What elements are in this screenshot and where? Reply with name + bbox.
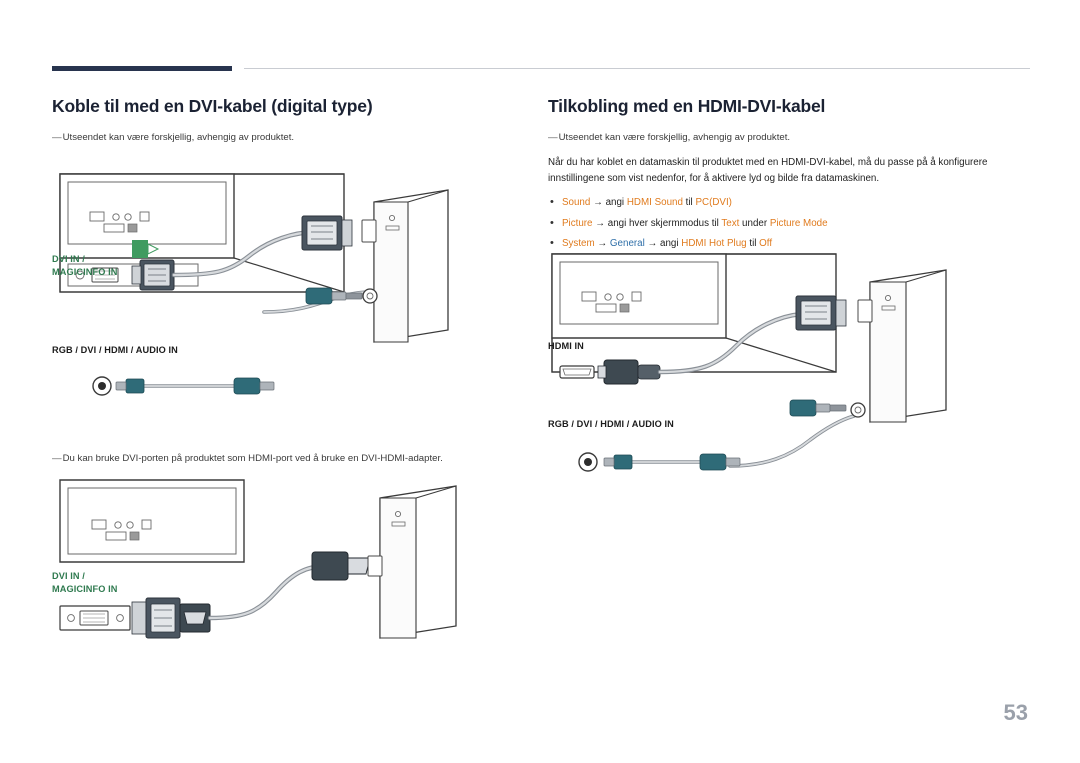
right-column: Tilkobling med en HDMI-DVI-kabel — Utseen… — [548, 96, 1030, 257]
right-section-title: Tilkobling med en HDMI-DVI-kabel — [548, 96, 826, 116]
document-page: Koble til med en DVI-kabel (digital type… — [0, 0, 1080, 763]
left-label-magicinfo-in-2: MAGICINFO IN — [52, 584, 118, 594]
right-note-1-text: Utseendet kan være forskjellig, avhengig… — [558, 132, 791, 143]
left-label-dvi-in-2: DVI IN / — [52, 571, 85, 581]
left-label-dvi-in-1: DVI IN / — [52, 254, 85, 264]
header-accent-rule — [52, 66, 232, 71]
left-label-rgb-dvi-hdmi-audio-in: RGB / DVI / HDMI / AUDIO IN — [52, 345, 178, 355]
left-note-1: — Utseendet kan være forskjellig, avhengi… — [52, 131, 522, 145]
bullet-2-part-4: under — [739, 217, 770, 229]
left-note-2-text: Du kan bruke DVI-porten på produktet som… — [62, 453, 443, 464]
bullet-2-part-1: Picture — [562, 217, 593, 229]
bullet-2-part-5: Picture Mode — [769, 217, 828, 229]
right-paragraph: Når du har koblet en datamaskin til prod… — [548, 157, 988, 185]
left-label-magicinfo-in-1: MAGICINFO IN — [52, 267, 118, 277]
page-number: 53 — [1003, 700, 1028, 725]
bullet-1-part-3: HDMI Sound — [626, 197, 683, 209]
left-note-2: — Du kan bruke DVI-porten på produktet so… — [52, 452, 532, 466]
note-dash-icon: — — [52, 132, 62, 143]
list-item: Picture → angi hver skjermmodus til Text… — [548, 215, 1030, 233]
header-thin-rule — [244, 68, 1030, 69]
list-item: Sound → angi HDMI Sound til PC(DVI) — [548, 194, 1030, 212]
note-dash-icon-3: — — [548, 132, 558, 143]
left-note-1-text: Utseendet kan være forskjellig, avhengig… — [62, 132, 295, 143]
right-note-1: — Utseendet kan være forskjellig, avhengi… — [548, 131, 1030, 145]
right-label-rgb-dvi-hdmi-audio-in: RGB / DVI / HDMI / AUDIO IN — [548, 419, 674, 429]
bullet-1-part-1: Sound — [562, 197, 591, 209]
bullet-2-part-3: Text — [721, 217, 740, 229]
left-figure-dvi-connection — [59, 173, 449, 396]
bullet-1-part-5: PC(DVI) — [695, 197, 732, 209]
left-figure-dvi-hdmi-adapter — [59, 479, 457, 639]
right-label-hdmi-in: HDMI IN — [548, 341, 584, 351]
right-figure-hdmi-dvi-connection — [551, 253, 947, 472]
left-column: Koble til med en DVI-kabel (digital type… — [52, 96, 522, 151]
bullet-1-part-4: til — [682, 197, 696, 209]
note-dash-icon-2: — — [52, 453, 62, 464]
bullet-1-part-2: → angi — [590, 197, 627, 209]
bullet-2-part-2: → angi hver skjermmodus til — [592, 217, 722, 229]
left-section-title: Koble til med en DVI-kabel (digital type… — [52, 96, 373, 116]
